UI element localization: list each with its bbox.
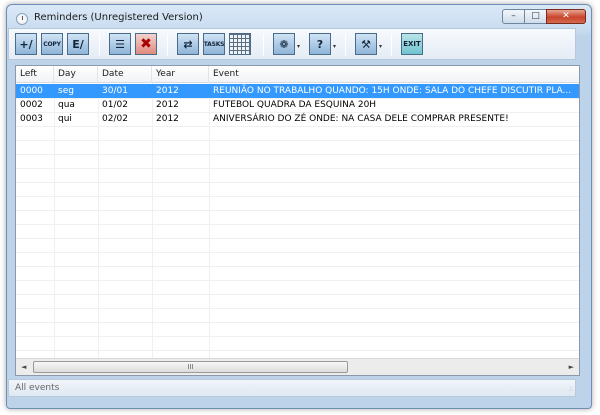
new-reminder-button[interactable]: +∕ (15, 33, 37, 55)
web-dropdown-arrow[interactable]: ▾ (297, 43, 303, 50)
window-title: Reminders (Unregistered Version) (34, 12, 203, 23)
clock-icon (16, 13, 28, 25)
swap-button[interactable]: ⇄ (177, 33, 199, 55)
row-divider (16, 154, 579, 155)
row-divider (16, 350, 579, 351)
maximize-button[interactable]: □ (524, 9, 546, 24)
exit-button[interactable]: EXIT (401, 33, 423, 55)
list-header: Left Day Date Year Event (16, 66, 579, 83)
calendar-grid-icon (229, 33, 251, 55)
events-list[interactable]: Left Day Date Year Event 0000 seg 30/01 … (15, 65, 580, 376)
copy-button[interactable]: COPY (41, 33, 63, 55)
toolbar-separator (263, 34, 264, 56)
status-text: All events (15, 383, 60, 393)
help-dropdown-arrow[interactable]: ▾ (333, 43, 339, 50)
web-button[interactable]: ❁ (273, 33, 295, 55)
cell-day: qua (58, 100, 75, 110)
row-divider (16, 252, 579, 253)
row-divider (16, 210, 579, 211)
view-list-button[interactable]: ☰ (109, 33, 131, 55)
scroll-left-arrow-icon[interactable]: ◄ (21, 363, 26, 371)
wrench-icon: ⚒ (355, 33, 377, 55)
cell-left: 0003 (20, 114, 43, 124)
edit-icon: E∕ (67, 33, 89, 55)
swap-arrows-icon: ⇄ (177, 33, 199, 55)
column-header-date[interactable]: Date (98, 66, 152, 83)
settings-button[interactable]: ⚒ (355, 33, 377, 55)
cell-year: 2012 (156, 86, 179, 96)
toolbar-separator (391, 34, 392, 56)
resize-grip-icon[interactable]: ∴ (569, 386, 573, 393)
row-divider (16, 308, 579, 309)
row-divider (16, 182, 579, 183)
calendar-button[interactable] (229, 33, 251, 55)
help-button[interactable]: ? (309, 33, 331, 55)
cell-date: 01/02 (102, 100, 128, 110)
row-divider (16, 336, 579, 337)
toolbar: +∕ COPY E∕ ☰ ✖ ⇄ TASKS ❁ ▾ ? ▾ ⚒ ▾ EXIT (8, 28, 576, 60)
toolbar-separator (345, 34, 346, 56)
copy-icon: COPY (41, 33, 63, 55)
settings-dropdown-arrow[interactable]: ▾ (379, 43, 385, 50)
cell-year: 2012 (156, 114, 179, 124)
horizontal-scrollbar[interactable]: ◄ III ► (16, 358, 579, 375)
table-row[interactable]: 0000 seg 30/01 2012 REUNIÃO NO TRABALHO … (16, 84, 579, 98)
row-divider (16, 266, 579, 267)
cell-date: 30/01 (102, 86, 128, 96)
cell-event: FUTEBOL QUADRA DA ESQUINA 20H (213, 100, 377, 110)
minimize-button[interactable]: – (502, 9, 524, 24)
column-header-day[interactable]: Day (54, 66, 98, 83)
list-icon: ☰ (109, 33, 131, 55)
row-divider (16, 224, 579, 225)
row-divider (16, 126, 579, 127)
edit-button[interactable]: E∕ (67, 33, 89, 55)
exit-icon: EXIT (401, 33, 423, 55)
window-controls: – □ ✕ (502, 9, 586, 24)
cell-event: REUNIÃO NO TRABALHO QUANDO: 15H ONDE: SA… (213, 86, 572, 96)
cell-left: 0002 (20, 100, 43, 110)
status-bar: All events ∴ (8, 379, 576, 397)
table-row[interactable]: 0002 qua 01/02 2012 FUTEBOL QUADRA DA ES… (16, 98, 579, 112)
toolbar-separator (167, 34, 168, 56)
tasks-button[interactable]: TASKS (203, 33, 225, 55)
row-divider (16, 322, 579, 323)
help-icon: ? (309, 33, 331, 55)
cell-event: ANIVERSÁRIO DO ZÉ ONDE: NA CASA DELE COM… (213, 114, 509, 124)
row-divider (16, 196, 579, 197)
row-divider (16, 280, 579, 281)
row-divider (16, 238, 579, 239)
web-icon: ❁ (273, 33, 295, 55)
column-header-event[interactable]: Event (209, 66, 579, 83)
cell-date: 02/02 (102, 114, 128, 124)
close-button[interactable]: ✕ (546, 9, 586, 24)
row-divider (16, 168, 579, 169)
toolbar-separator (99, 34, 100, 56)
new-reminder-icon: +∕ (15, 33, 37, 55)
cell-left: 0000 (20, 86, 43, 96)
scroll-right-arrow-icon[interactable]: ► (569, 363, 574, 371)
row-divider (16, 140, 579, 141)
column-header-left[interactable]: Left (16, 66, 54, 83)
column-header-year[interactable]: Year (152, 66, 209, 83)
table-row[interactable]: 0003 qui 02/02 2012 ANIVERSÁRIO DO ZÉ ON… (16, 112, 579, 126)
delete-icon: ✖ (135, 33, 157, 55)
row-divider (16, 294, 579, 295)
delete-button[interactable]: ✖ (135, 33, 157, 55)
scrollbar-thumb[interactable]: III (33, 361, 348, 373)
cell-day: seg (58, 86, 74, 96)
cell-day: qui (58, 114, 72, 124)
tasks-icon: TASKS (203, 33, 225, 55)
cell-year: 2012 (156, 100, 179, 110)
